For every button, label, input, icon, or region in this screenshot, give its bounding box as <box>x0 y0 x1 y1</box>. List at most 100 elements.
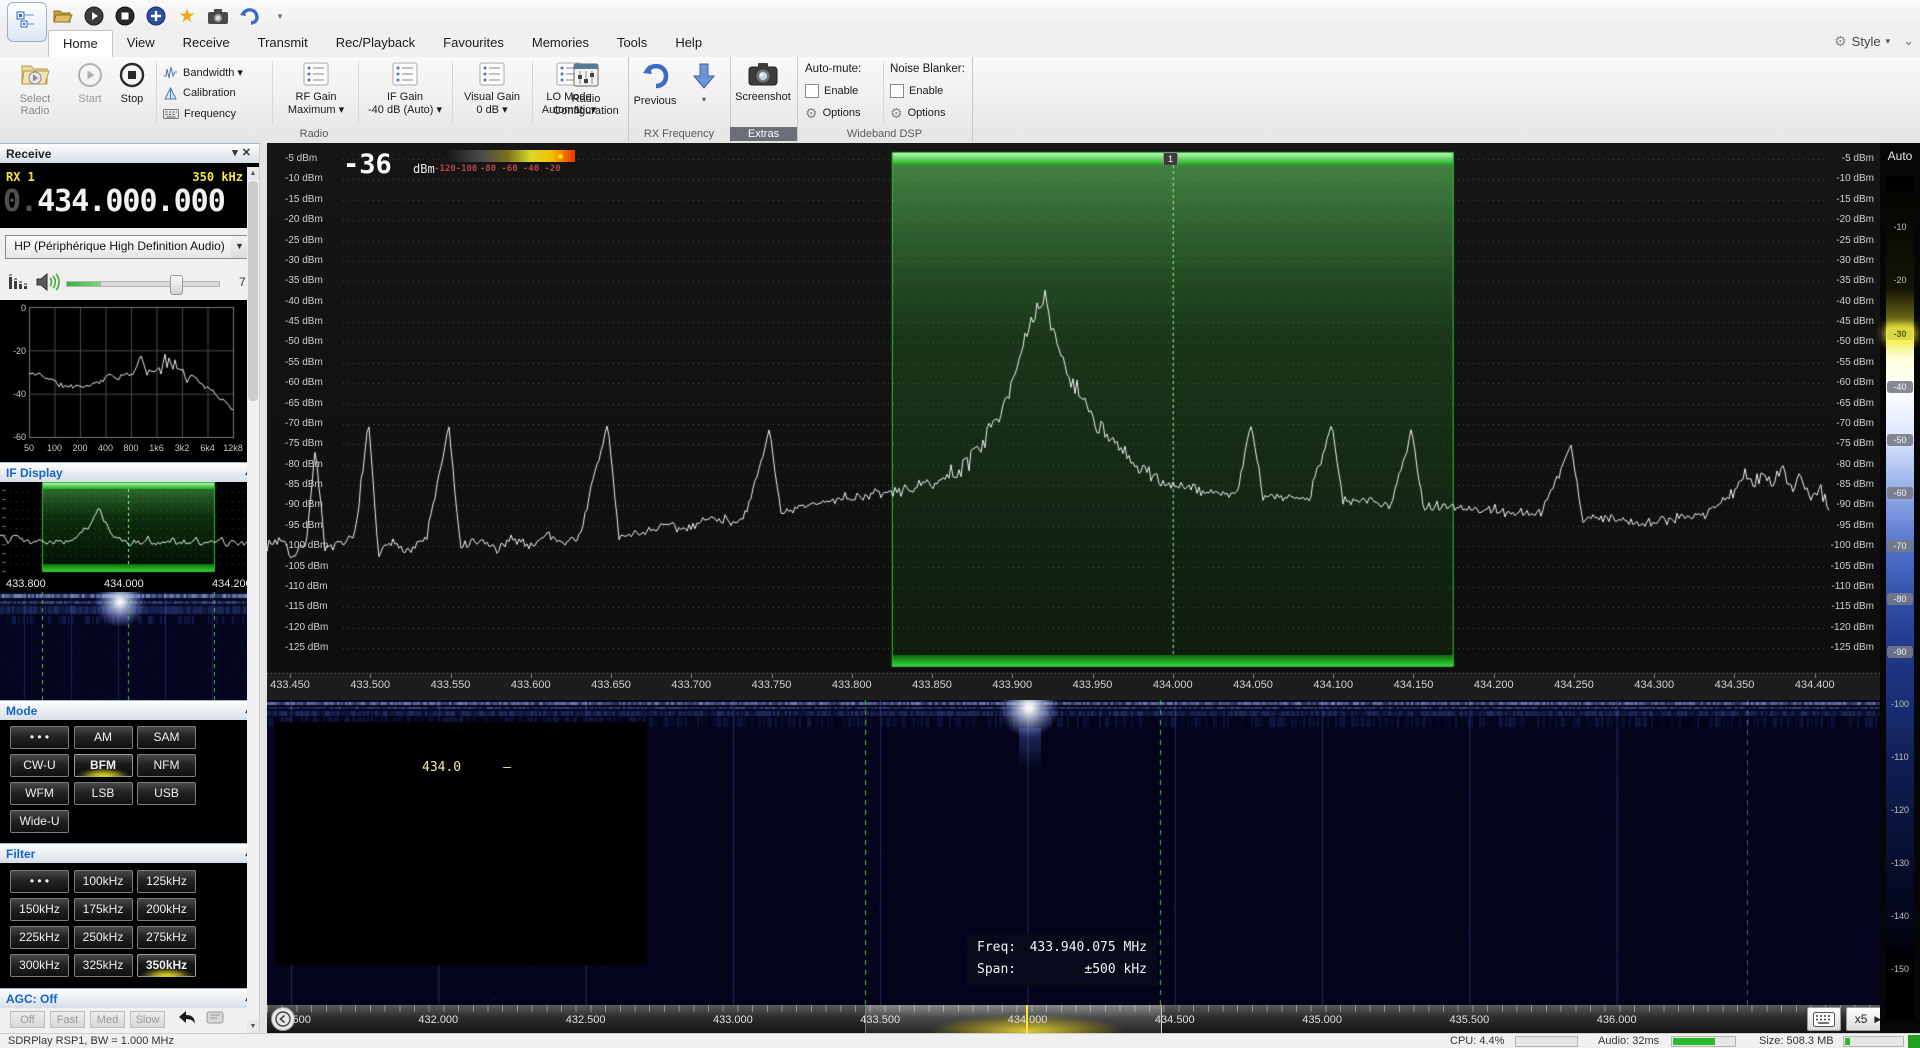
equalizer-icon[interactable] <box>8 273 28 294</box>
left-panel-scrollbar[interactable]: ▲ ▼ <box>247 167 259 1033</box>
scrollbar-up-icon[interactable]: ▲ <box>247 167 259 180</box>
noise-blanker-enable-checkbox[interactable]: Enable <box>890 81 943 101</box>
panel-close-icon[interactable]: ✕ <box>242 147 255 159</box>
history-button[interactable]: ▾ <box>682 59 726 123</box>
tab-transmit[interactable]: Transmit <box>244 30 322 57</box>
open-folder-icon[interactable] <box>52 5 74 27</box>
tab-tools[interactable]: Tools <box>603 30 661 57</box>
volume-slider-handle[interactable] <box>170 275 183 295</box>
scrollbar-thumb[interactable] <box>248 181 258 401</box>
stop-button[interactable]: Stop <box>112 59 152 123</box>
calibration-button[interactable]: Calibration <box>163 83 236 103</box>
application-menu-button[interactable] <box>7 2 47 42</box>
mode-button-usb[interactable]: USB <box>137 782 196 805</box>
filter-button-325khz[interactable]: 325kHz <box>74 954 133 977</box>
checkbox-icon[interactable] <box>805 84 819 98</box>
waterfall-frequency-ruler[interactable]: 431.500432.000432.500433.000433.500434.0… <box>267 1005 1920 1033</box>
volume-slider[interactable] <box>66 281 220 287</box>
frequency-display[interactable]: RX 1 350 kHz 0.434.000.000 <box>0 167 259 228</box>
tab-help[interactable]: Help <box>661 30 716 57</box>
frequency-tick-label: 433.850 <box>905 679 959 691</box>
agc-section-header[interactable]: AGC: Off ▴ <box>0 988 259 1008</box>
mode-button-wfm[interactable]: WFM <box>10 782 69 805</box>
frequency-entry-keyboard-button[interactable] <box>1807 1007 1841 1031</box>
agc-button-med[interactable]: Med <box>90 1011 125 1028</box>
filter-button-150khz[interactable]: 150kHz <box>10 898 69 921</box>
mode-button-sam[interactable]: SAM <box>137 726 196 749</box>
if-waterfall[interactable] <box>0 592 259 700</box>
play-icon[interactable] <box>83 5 105 27</box>
mode-section-header[interactable]: Mode ▴ <box>0 700 259 720</box>
add-icon[interactable] <box>145 5 167 27</box>
filter-button-175khz[interactable]: 175kHz <box>74 898 133 921</box>
stop-icon[interactable] <box>114 5 136 27</box>
rf-gain-button[interactable]: RF Gain Maximum ▾ <box>278 59 354 123</box>
frequency-button[interactable]: Frequency <box>163 104 236 124</box>
checkbox-icon[interactable] <box>890 84 904 98</box>
agc-monitor-icon[interactable] <box>206 1011 224 1027</box>
tab-memories[interactable]: Memories <box>518 30 603 57</box>
mode-button-wideu[interactable]: Wide-U <box>10 810 69 833</box>
agc-back-arrow-icon[interactable] <box>178 1010 196 1027</box>
qat-more-icon[interactable]: ▾ <box>269 5 291 27</box>
mode-button-cwu[interactable]: CW-U <box>10 754 69 777</box>
filter-button-100khz[interactable]: 100kHz <box>74 870 133 893</box>
agc-button-off[interactable]: Off <box>10 1011 45 1028</box>
audio-spectrum-graph[interactable]: 0-20-40-60 501002004008001k63k26k412k8 <box>0 300 259 462</box>
ruler-scroll-left-button[interactable] <box>271 1007 295 1031</box>
filter-button-225khz[interactable]: 225kHz <box>10 926 69 949</box>
filter-button-[interactable]: • • • <box>10 870 69 893</box>
gauge-auto-label[interactable]: Auto <box>1880 149 1920 163</box>
select-radio-button[interactable]: Select Radio <box>4 59 66 123</box>
undo-icon[interactable] <box>238 5 260 27</box>
level-gauge[interactable]: Auto -10-20-30-40-50-60-70-80-90-100-110… <box>1880 143 1920 1033</box>
tab-home[interactable]: Home <box>48 30 113 57</box>
filter-button-300khz[interactable]: 300kHz <box>10 954 69 977</box>
scrollbar-down-icon[interactable]: ▼ <box>247 1020 259 1033</box>
radio-configuration-button[interactable]: Radio Configuration <box>548 59 624 123</box>
style-button[interactable]: Style <box>1852 34 1881 49</box>
mode-button-bfm[interactable]: BFM <box>74 754 133 777</box>
tab-rec-playback[interactable]: Rec/Playback <box>322 30 429 57</box>
start-button[interactable]: Start <box>70 59 110 123</box>
noise-blanker-options-button[interactable]: ⚙ Options <box>890 103 945 123</box>
screenshot-button[interactable]: Screenshot <box>732 59 794 123</box>
filter-button-200khz[interactable]: 200kHz <box>137 898 196 921</box>
tab-favourites[interactable]: Favourites <box>429 30 518 57</box>
auto-mute-enable-checkbox[interactable]: Enable <box>805 81 858 101</box>
receive-panel-header[interactable]: Receive ▾✕ <box>0 143 259 163</box>
speaker-icon[interactable] <box>36 272 60 295</box>
filter-button-250khz[interactable]: 250kHz <box>74 926 133 949</box>
mode-button-[interactable]: • • • <box>10 726 69 749</box>
filter-section-header[interactable]: Filter ▴ <box>0 843 259 863</box>
camera-icon[interactable] <box>207 5 229 27</box>
filter-button-275khz[interactable]: 275kHz <box>137 926 196 949</box>
audio-device-select[interactable]: HP (Périphérique High Definition Audio) <box>5 235 234 259</box>
filter-button-125khz[interactable]: 125kHz <box>137 870 196 893</box>
panel-collapse-icon[interactable]: ▾ <box>232 147 242 159</box>
ribbon-collapse-icon[interactable]: ⌄ <box>1903 33 1914 49</box>
spectrum-display[interactable]: -5 dBm-10 dBm-15 dBm-20 dBm-25 dBm-30 dB… <box>267 143 1880 700</box>
auto-mute-options-button[interactable]: ⚙ Options <box>805 103 860 123</box>
mode-button-am[interactable]: AM <box>74 726 133 749</box>
tab-view[interactable]: View <box>113 30 169 57</box>
if-gain-button[interactable]: IF Gain -40 dB (Auto) ▾ <box>362 59 448 123</box>
if-spectrum-plot[interactable] <box>0 482 259 578</box>
if-display-header[interactable]: IF Display ▴ <box>0 462 259 482</box>
favourite-star-icon[interactable]: ★ <box>176 5 198 27</box>
filter-button-350khz[interactable]: 350kHz <box>137 954 196 977</box>
tab-receive[interactable]: Receive <box>169 30 244 57</box>
selection-marker-tab[interactable]: 1 <box>1163 152 1178 165</box>
mode-button-lsb[interactable]: LSB <box>74 782 133 805</box>
visual-gain-button[interactable]: Visual Gain 0 dB ▾ <box>456 59 528 123</box>
tuned-frequency-readout[interactable]: 0.434.000.000 <box>3 184 225 219</box>
mode-button-nfm[interactable]: NFM <box>137 754 196 777</box>
agc-button-fast[interactable]: Fast <box>50 1011 85 1028</box>
bandwidth-button[interactable]: Bandwidth ▾ <box>163 62 243 82</box>
previous-button[interactable]: Previous <box>630 59 680 123</box>
waterfall-display[interactable]: 434.0– Freq:433.940.075 MHz Span:±500 kH… <box>267 700 1880 1005</box>
agc-button-slow[interactable]: Slow <box>130 1011 165 1028</box>
dbm-tick-right: -35 dBm <box>1836 275 1874 286</box>
ribbon-separator <box>883 61 884 124</box>
style-dropdown-arrow-icon[interactable]: ▾ <box>1886 36 1891 47</box>
